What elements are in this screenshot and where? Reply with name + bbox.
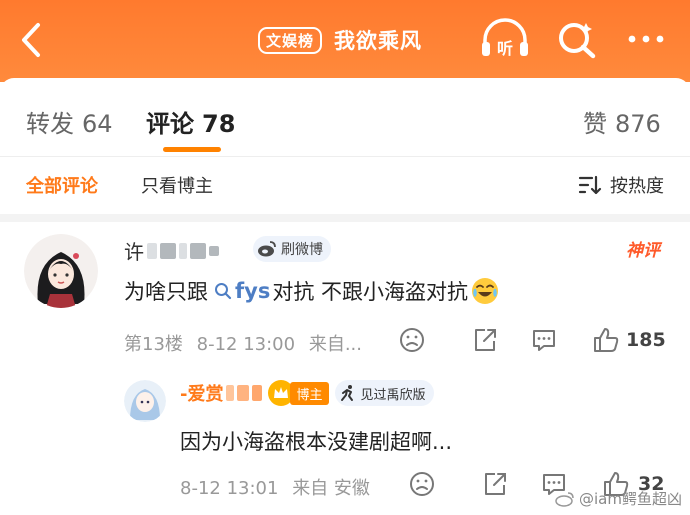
verified-badge-label: 见过禹欣版 bbox=[360, 387, 426, 403]
reply-icon[interactable] bbox=[530, 326, 558, 354]
page-title: 我欲乘风 bbox=[334, 29, 423, 53]
tab-likes-label: 赞 bbox=[583, 110, 607, 138]
tab-comments[interactable]: 评论 78 bbox=[146, 104, 235, 139]
sort-label: 按热度 bbox=[610, 176, 664, 197]
username-text: 许 bbox=[124, 240, 144, 264]
comment-text-part: 为啥只跟 bbox=[124, 280, 208, 304]
search-icon bbox=[215, 283, 232, 300]
tab-likes[interactable]: 赞 876 bbox=[583, 104, 661, 139]
comment-text: 为啥只跟 fys 对抗 不跟小海盗对抗 bbox=[124, 276, 499, 306]
comment-meta: 第13楼 8-12 13:00 来自... bbox=[124, 330, 362, 356]
reply-meta: 8-12 13:01 来自 安徽 bbox=[180, 474, 370, 500]
weibo-logo-icon bbox=[555, 491, 574, 507]
top-comment-badge: 神评 bbox=[626, 241, 660, 261]
like-icon[interactable] bbox=[592, 326, 620, 354]
topic-link[interactable]: fys bbox=[235, 279, 270, 303]
top-bar: 文娱榜 我欲乘风 听 bbox=[0, 0, 690, 82]
watermark-text: @iam鳄鱼超凶 bbox=[579, 490, 682, 508]
laugh-cry-emoji-icon bbox=[472, 278, 499, 304]
tabs-divider bbox=[0, 156, 690, 157]
dislike-icon[interactable] bbox=[398, 326, 426, 354]
more-icon[interactable] bbox=[624, 18, 670, 60]
avatar[interactable] bbox=[24, 234, 98, 308]
tab-bar: 转发 64 评论 78 赞 876 bbox=[0, 100, 690, 156]
tab-reposts-count: 64 bbox=[82, 110, 113, 138]
reply-header: -爱赏 博主 见过禹欣版 bbox=[180, 380, 434, 406]
sort-icon bbox=[578, 175, 602, 195]
reply-location: 来自 安徽 bbox=[292, 478, 370, 499]
redacted-block bbox=[179, 242, 187, 259]
comment-text-part: 对抗 不跟小海盗对抗 bbox=[272, 280, 469, 304]
owner-badge-label: 博主 bbox=[290, 381, 329, 405]
redacted-block bbox=[209, 245, 219, 256]
reply-time: 8-12 13:01 bbox=[180, 478, 279, 499]
hot-list-tag[interactable]: 文娱榜 bbox=[258, 26, 323, 54]
like-count: 185 bbox=[626, 329, 666, 351]
tab-likes-count: 876 bbox=[615, 110, 661, 138]
comment-time: 8-12 13:00 bbox=[196, 334, 296, 355]
redacted-block bbox=[147, 242, 157, 259]
share-icon[interactable] bbox=[481, 470, 509, 498]
redacted-block bbox=[160, 242, 176, 259]
comment-username[interactable]: 许 bbox=[124, 236, 219, 265]
share-icon[interactable] bbox=[471, 326, 499, 354]
tab-reposts-label: 转发 bbox=[26, 110, 74, 138]
redacted-block bbox=[226, 385, 235, 401]
weibo-badge-label: 刷微博 bbox=[281, 242, 323, 258]
comment-location: 来自... bbox=[308, 334, 362, 355]
tab-reposts[interactable]: 转发 64 bbox=[26, 104, 113, 139]
reply-username[interactable]: -爱赏 bbox=[180, 380, 263, 406]
weibo-icon bbox=[258, 241, 276, 257]
filter-all-comments[interactable]: 全部评论 bbox=[26, 172, 98, 198]
section-divider bbox=[0, 214, 690, 222]
avatar[interactable] bbox=[124, 380, 166, 422]
tab-comments-count: 78 bbox=[202, 110, 236, 138]
owner-badge: 博主 bbox=[268, 380, 329, 406]
active-tab-indicator bbox=[163, 147, 221, 152]
filter-owner-only[interactable]: 只看博主 bbox=[141, 172, 213, 198]
reply-text: 因为小海盗根本没建剧超啊... bbox=[180, 430, 453, 454]
dislike-icon[interactable] bbox=[408, 470, 436, 498]
redacted-block bbox=[252, 385, 263, 401]
header-title-group: 文娱榜 我欲乘风 bbox=[258, 22, 422, 58]
listen-icon[interactable]: 听 bbox=[480, 18, 528, 60]
verified-badge[interactable]: 见过禹欣版 bbox=[334, 380, 434, 406]
floor-number: 第13楼 bbox=[124, 334, 183, 355]
search-icon[interactable] bbox=[556, 18, 602, 60]
tab-comments-label: 评论 bbox=[146, 110, 194, 138]
back-icon[interactable] bbox=[14, 20, 50, 60]
reply-username-text: -爱赏 bbox=[180, 384, 224, 405]
sort-by-hot[interactable]: 按热度 bbox=[578, 172, 664, 198]
weibo-badge[interactable]: 刷微博 bbox=[253, 236, 331, 262]
svg-text:听: 听 bbox=[497, 39, 513, 58]
redacted-block bbox=[237, 385, 250, 401]
redacted-block bbox=[190, 242, 206, 259]
watermark: @iam鳄鱼超凶 bbox=[555, 488, 682, 509]
running-icon bbox=[340, 385, 353, 401]
